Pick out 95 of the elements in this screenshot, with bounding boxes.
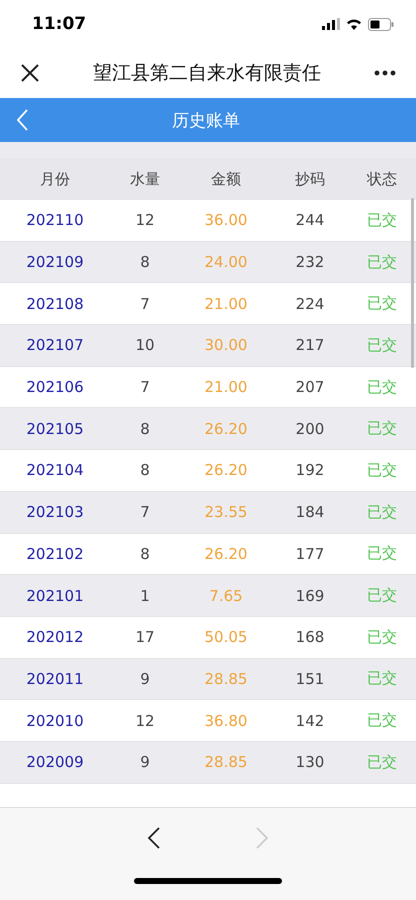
table-cell-text: 9: [139, 670, 151, 688]
table-cell-text: 202105: [25, 420, 85, 438]
table-cell-text: 26.20: [204, 461, 248, 480]
table-cell-text: 9: [139, 753, 151, 772]
table-cell-text: 169: [294, 586, 326, 605]
table-cell-text: 已交: [366, 586, 398, 606]
table-cell-text: 202009: [25, 753, 85, 772]
table-row[interactable]: 202102 8 26.20 177 已交: [0, 534, 416, 576]
table-cell-text: 202011: [25, 670, 85, 688]
close-icon: [20, 63, 40, 83]
table-cell-text: 36.00: [204, 211, 248, 230]
table-cell-text: 8: [139, 461, 151, 480]
table-cell-text: 202106: [25, 378, 85, 396]
table-cell-text: 已交: [366, 460, 398, 480]
table-cell-text: 已交: [366, 336, 398, 355]
table-cell-text: 已交: [366, 419, 398, 438]
table-cell-text: 已交: [366, 502, 398, 522]
table-cell-text: 30.00: [204, 336, 248, 354]
table-cell-text: 8: [139, 420, 151, 438]
table-row[interactable]: 202009 9 28.85 130 已交: [0, 742, 416, 784]
table-row[interactable]: 202107 10 30.00 217 已交: [0, 325, 416, 367]
table-cell-text: 50.05: [204, 628, 248, 646]
table-cell-text: 7: [139, 294, 151, 313]
table-cell-text: 130: [294, 753, 326, 772]
column-header: 状态: [366, 170, 398, 188]
table-cell-text: 224: [294, 294, 326, 313]
table-cell-text: 202107: [25, 336, 85, 354]
table-cell-text: 202012: [25, 628, 85, 646]
table-cell-text: 244: [294, 211, 326, 230]
scrollbar-icon: [411, 198, 414, 368]
column-header: 抄码: [294, 170, 326, 188]
table-cell-text: 8: [139, 544, 151, 563]
chevron-left-icon: [147, 826, 161, 850]
table-cell-text: 已交: [366, 378, 398, 397]
table-row[interactable]: 202101 1 7.65 169 已交: [0, 575, 416, 617]
chevron-left-icon: [16, 109, 28, 131]
table-cell-text: 10: [134, 336, 156, 354]
table-cell-text: 202102: [25, 544, 85, 563]
table-cell-text: 28.85: [204, 753, 248, 772]
table-cell-text: 207: [294, 378, 326, 396]
table-cell-text: 202104: [25, 461, 85, 480]
table-cell-text: 142: [294, 712, 326, 730]
table-cell-text: 177: [294, 544, 326, 563]
table-row[interactable]: 202109 8 24.00 232 已交: [0, 242, 416, 284]
column-header: 水量: [129, 170, 161, 188]
page-title: 望江县第二自来水有限责任: [92, 61, 322, 86]
table-cell-text: 已交: [366, 210, 398, 230]
table-cell-text: 21.00: [204, 378, 248, 396]
table-cell-text: 已交: [366, 252, 398, 272]
table-row[interactable]: 202011 9 28.85 151 已交: [0, 658, 416, 700]
wifi-icon: [346, 18, 362, 30]
table-cell-text: 21.00: [204, 294, 248, 313]
table-cell-text: 7: [139, 503, 151, 522]
column-header: 月份: [39, 170, 71, 188]
table-cell-text: 已交: [366, 294, 398, 314]
battery-icon: [368, 18, 394, 30]
table-cell-text: 已交: [366, 752, 398, 772]
table-cell-text: 28.85: [204, 670, 248, 688]
table-cell-text: 已交: [366, 544, 398, 564]
table-cell-text: 184: [294, 503, 326, 522]
chevron-right-icon: [255, 826, 269, 850]
table-row[interactable]: 202103 7 23.55 184 已交: [0, 492, 416, 534]
status-time: 11:07: [32, 14, 86, 34]
table-cell-text: 202101: [25, 586, 85, 605]
table-cell-text: 7: [139, 378, 151, 396]
table-cell-text: 202010: [25, 712, 85, 730]
table-cell-text: 202108: [25, 294, 85, 313]
table-cell-text: 12: [134, 712, 156, 730]
column-header: 金额: [210, 170, 242, 188]
table-cell-text: 23.55: [204, 503, 248, 522]
table-cell-text: 232: [294, 253, 326, 272]
more-icon: [374, 70, 396, 76]
table-cell-text: 1: [139, 586, 151, 605]
table-cell-text: 217: [294, 336, 326, 354]
table-cell-text: 202110: [25, 211, 85, 230]
table-cell-text: 192: [294, 461, 326, 480]
table-cell-text: 168: [294, 628, 326, 646]
table-cell-text: 已交: [366, 628, 398, 647]
table-cell-text: 17: [134, 628, 156, 646]
table-cell-text: 151: [294, 670, 326, 688]
table-row[interactable]: 202105 8 26.20 200 已交: [0, 408, 416, 450]
table-cell-text: 36.80: [204, 712, 248, 730]
header-title: 历史账单: [171, 110, 241, 132]
table-cell-text: 200: [294, 420, 326, 438]
table-cell-text: 7.65: [208, 586, 244, 605]
table-cell-text: 已交: [366, 711, 398, 730]
signal-icon: [322, 18, 340, 30]
table-cell-text: 8: [139, 253, 151, 272]
table-cell-text: 26.20: [204, 420, 248, 438]
table-cell-text: 202103: [25, 503, 85, 522]
table-cell-text: 202109: [25, 253, 85, 272]
table-cell-text: 26.20: [204, 544, 248, 563]
table-cell-text: 已交: [366, 669, 398, 688]
table-cell-text: 12: [134, 211, 156, 230]
table-cell-text: 24.00: [204, 253, 248, 272]
